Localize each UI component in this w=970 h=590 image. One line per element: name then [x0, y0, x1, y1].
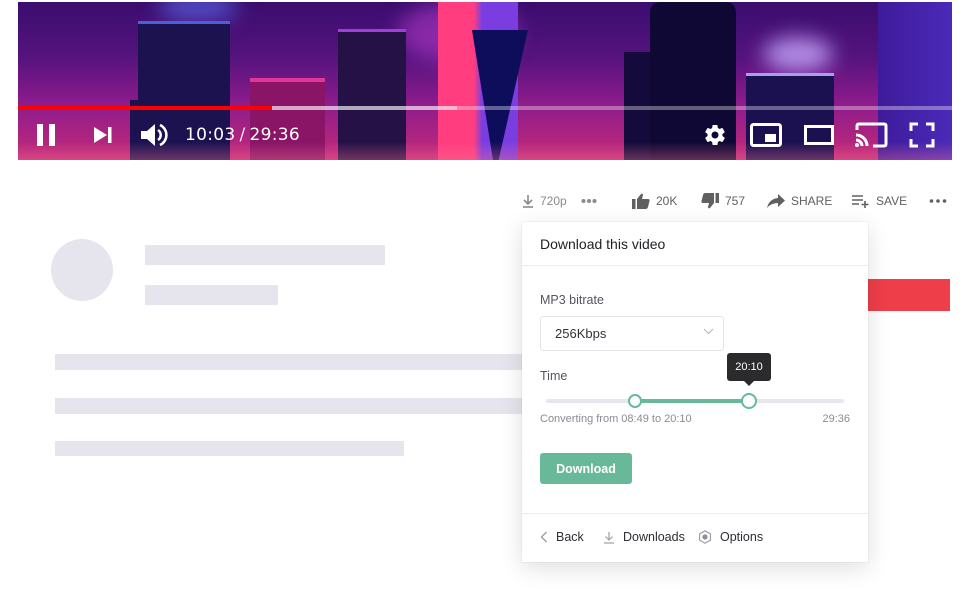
popup-title: Download this video — [522, 222, 868, 266]
video-actions: 720p 20K 757 SHARE SAVE — [0, 190, 970, 212]
quality-more-button[interactable] — [581, 190, 597, 212]
theater-mode-icon — [804, 125, 834, 145]
fullscreen-icon — [909, 122, 935, 148]
skip-next-icon — [94, 127, 112, 143]
current-time: 10:03 — [185, 125, 236, 145]
progress-played — [18, 106, 272, 110]
gear-icon — [699, 530, 711, 544]
chevron-down-icon — [703, 328, 714, 335]
title-placeholder — [145, 245, 385, 265]
miniplayer-icon — [750, 123, 782, 147]
back-label: Back — [556, 530, 584, 544]
slider-selected-range — [634, 399, 750, 403]
pause-icon — [37, 124, 55, 146]
subscribe-button-placeholder — [868, 279, 950, 311]
more-actions-button[interactable] — [929, 190, 947, 212]
cast-icon — [855, 122, 888, 148]
slider-end-handle[interactable] — [741, 393, 758, 409]
dislike-count: 757 — [725, 194, 746, 208]
back-button[interactable]: Back — [540, 530, 584, 544]
options-button[interactable]: Options — [698, 530, 763, 544]
share-label: SHARE — [791, 194, 833, 208]
fullscreen-button[interactable] — [909, 114, 935, 156]
bitrate-value: 256Kbps — [555, 326, 607, 341]
chevron-left-icon — [540, 531, 547, 543]
converting-text: Converting from 08:49 to 20:10 — [540, 413, 692, 425]
bitrate-label: MP3 bitrate — [540, 293, 604, 307]
time-label: Time — [540, 369, 568, 383]
miniplayer-button[interactable] — [750, 114, 782, 156]
theater-button[interactable] — [803, 114, 835, 156]
like-count: 20K — [656, 194, 678, 208]
download-icon — [523, 195, 533, 208]
share-button[interactable]: SHARE — [767, 190, 832, 212]
video-player[interactable]: 10:03/29:36 — [18, 2, 952, 160]
share-arrow-icon — [767, 194, 785, 208]
more-dots-icon — [929, 199, 947, 203]
pause-button[interactable] — [34, 114, 58, 156]
subtitle-placeholder — [145, 285, 278, 305]
time-range-slider[interactable] — [546, 393, 844, 409]
progress-bar[interactable] — [18, 106, 952, 110]
like-button[interactable]: 20K — [632, 190, 677, 212]
cast-button[interactable] — [854, 114, 888, 156]
save-label: SAVE — [876, 194, 908, 208]
dislike-button[interactable]: 757 — [701, 190, 745, 212]
slider-start-handle[interactable] — [627, 394, 642, 408]
save-button[interactable]: SAVE — [852, 190, 907, 212]
download-icon — [604, 531, 614, 544]
download-popup: Download this video MP3 bitrate 256Kbps … — [522, 222, 868, 562]
settings-button[interactable] — [702, 114, 728, 156]
text-line-placeholder — [55, 354, 525, 370]
downloads-button[interactable]: Downloads — [603, 530, 685, 544]
time-readout: 10:03/29:36 — [185, 125, 300, 145]
options-label: Options — [720, 530, 764, 544]
player-controls: 10:03/29:36 — [18, 114, 952, 156]
more-dots-icon — [581, 199, 597, 203]
playlist-add-icon — [852, 195, 869, 208]
text-line-placeholder — [55, 398, 525, 414]
thumbs-down-icon — [701, 193, 719, 209]
avatar-placeholder — [51, 239, 113, 301]
duration: 29:36 — [249, 125, 301, 145]
quality-label: 720p — [540, 194, 567, 208]
popup-footer: Back Downloads Options — [522, 513, 868, 563]
volume-icon — [141, 123, 168, 147]
download-button[interactable]: Download — [540, 453, 632, 484]
next-button[interactable] — [92, 114, 114, 156]
text-line-placeholder — [55, 441, 404, 456]
volume-button[interactable] — [140, 114, 168, 156]
quality-selector[interactable]: 720p — [522, 190, 567, 212]
bitrate-select[interactable]: 256Kbps — [540, 316, 724, 351]
time-separator: / — [239, 125, 246, 145]
gear-icon — [705, 124, 725, 146]
time-tooltip: 20:10 — [727, 353, 772, 386]
thumbs-up-icon — [632, 193, 650, 209]
downloads-label: Downloads — [623, 530, 685, 544]
total-time: 29:36 — [822, 413, 850, 425]
